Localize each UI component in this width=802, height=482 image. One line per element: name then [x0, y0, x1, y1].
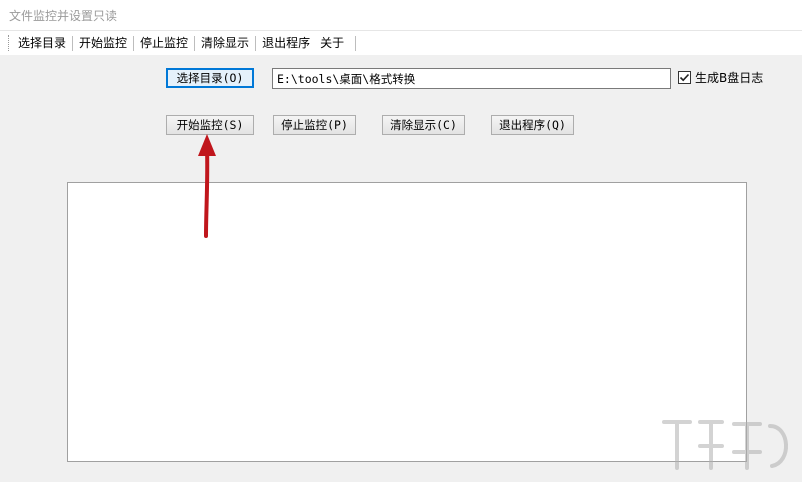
log-checkbox[interactable] — [678, 71, 691, 84]
menu-item-stop-monitor[interactable]: 停止监控 — [135, 31, 193, 55]
stop-monitor-button[interactable]: 停止监控(P) — [273, 115, 356, 135]
menu-bar: 选择目录 开始监控 停止监控 清除显示 退出程序 关于 — [0, 31, 802, 55]
menu-separator — [133, 35, 135, 51]
menu-item-start-monitor[interactable]: 开始监控 — [74, 31, 132, 55]
arrow-up-icon — [198, 134, 216, 238]
menu-separator — [72, 35, 74, 51]
menu-separator — [194, 35, 196, 51]
toolbar-grip[interactable] — [8, 35, 10, 51]
menu-item-about[interactable]: 关于 — [315, 31, 349, 55]
menu-item-choose-dir[interactable]: 选择目录 — [13, 31, 71, 55]
path-input[interactable] — [272, 68, 671, 89]
log-display[interactable] — [67, 182, 747, 462]
choose-dir-button[interactable]: 选择目录(O) — [166, 68, 254, 88]
log-checkbox-label: 生成B盘日志 — [695, 71, 764, 85]
menu-item-clear-display[interactable]: 清除显示 — [196, 31, 254, 55]
title-bar: 文件监控并设置只读 — [0, 0, 802, 31]
log-checkbox-control[interactable]: 生成B盘日志 — [678, 69, 763, 86]
clear-display-button[interactable]: 清除显示(C) — [382, 115, 465, 135]
exit-button[interactable]: 退出程序(Q) — [491, 115, 574, 135]
watermark-logo — [662, 420, 788, 470]
menu-separator — [255, 35, 257, 51]
menu-item-exit[interactable]: 退出程序 — [257, 31, 315, 55]
check-icon — [679, 73, 690, 82]
menu-separator — [355, 36, 356, 51]
window-title: 文件监控并设置只读 — [9, 9, 118, 23]
